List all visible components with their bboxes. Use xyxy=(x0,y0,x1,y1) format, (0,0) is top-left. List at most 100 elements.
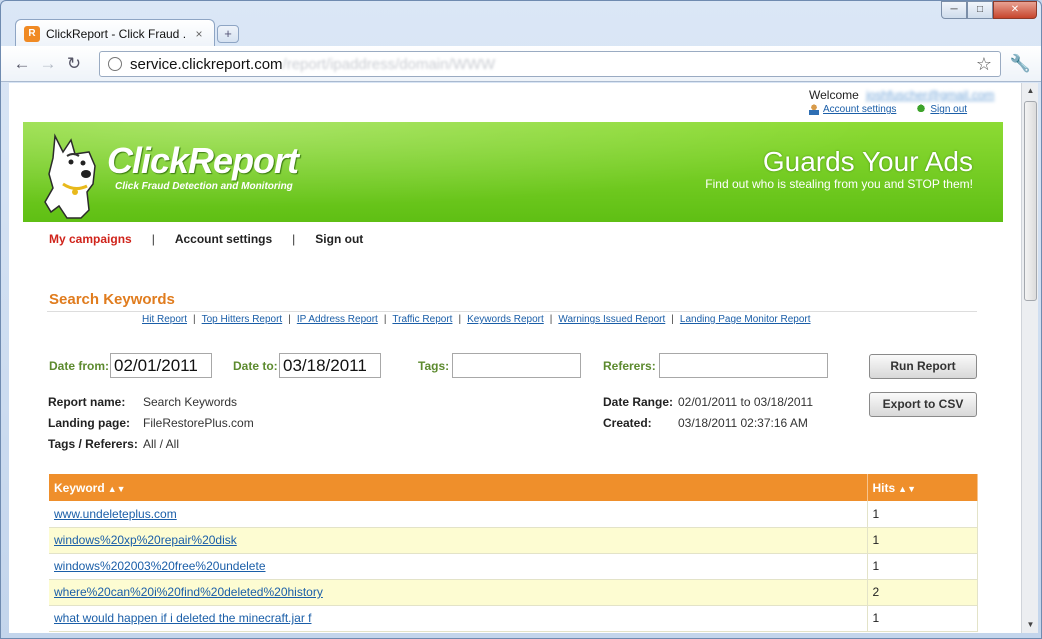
main-nav: My campaigns | Account settings | Sign o… xyxy=(49,232,363,246)
created-label: Created: xyxy=(603,416,652,430)
forward-button[interactable]: → xyxy=(35,51,61,77)
report-link-separator: | xyxy=(671,314,674,325)
referers-input[interactable] xyxy=(659,353,828,378)
table-row: windows%20xp%20repair%20disk 1 xyxy=(49,527,978,554)
landing-page-monitor-report-link[interactable]: Landing Page Monitor Report xyxy=(680,314,811,325)
table-header-row: Keyword ▲▼ Hits ▲▼ xyxy=(49,474,978,501)
clickreport-favicon-icon: R xyxy=(24,25,40,42)
tagline: Guards Your Ads xyxy=(762,146,973,177)
keyword-link[interactable]: www.undeleteplus.com xyxy=(54,507,177,521)
landing-page-label: Landing page: xyxy=(48,416,130,430)
page-title: Search Keywords xyxy=(49,291,175,308)
scroll-down-arrow-icon[interactable]: ▼ xyxy=(1022,617,1039,633)
date-to-label: Date to: xyxy=(233,359,278,373)
table-row: what would happen if i deleted the minec… xyxy=(49,605,978,632)
new-tab-button[interactable]: + xyxy=(217,25,239,43)
url-host: service.clickreport.com xyxy=(130,55,283,73)
browser-tab[interactable]: R ClickReport - Click Fraud ... × xyxy=(15,19,215,47)
url-path: /report/ipaddress/domain/WWW xyxy=(282,55,496,73)
report-name-label: Report name: xyxy=(48,395,126,409)
keywords-table: Keyword ▲▼ Hits ▲▼ www.undeleteplus.com 1 … xyxy=(49,474,978,632)
nav-my-campaigns[interactable]: My campaigns xyxy=(49,232,132,246)
nav-sign-out[interactable]: Sign out xyxy=(315,232,363,246)
ip-address-report-link[interactable]: IP Address Report xyxy=(297,314,378,325)
window-controls: ─ □ ✕ xyxy=(941,1,1037,19)
tags-input[interactable] xyxy=(452,353,581,378)
person-icon xyxy=(809,104,819,115)
report-link-separator: | xyxy=(458,314,462,325)
scrollbar-thumb[interactable] xyxy=(1024,101,1037,301)
tab-title: ClickReport - Click Fraud ... xyxy=(46,26,186,41)
keyword-cell: www.undeleteplus.com xyxy=(49,501,868,528)
hits-cell: 1 xyxy=(867,553,978,580)
back-button[interactable]: ← xyxy=(9,51,35,77)
nav-account-settings[interactable]: Account settings xyxy=(175,232,272,246)
runner-icon xyxy=(916,104,927,115)
hit-report-link[interactable]: Hit Report xyxy=(142,314,187,325)
export-csv-button[interactable]: Export to CSV xyxy=(869,392,977,417)
tags-referers-value: All / All xyxy=(143,437,180,451)
close-window-button[interactable]: ✕ xyxy=(993,1,1037,19)
tags-referers-label: Tags / Referers: xyxy=(48,437,138,451)
hits-column-header[interactable]: Hits ▲▼ xyxy=(867,474,978,501)
keyword-link[interactable]: windows%202003%20free%20undelete xyxy=(54,559,266,573)
nav-separator: | xyxy=(151,232,155,246)
table-row: where%20can%20i%20find%20deleted%20histo… xyxy=(49,579,978,606)
sort-arrows-icon[interactable]: ▲▼ xyxy=(898,484,916,494)
logo-subtitle: Click Fraud Detection and Monitoring xyxy=(115,181,293,192)
header-banner: ClickReport Click Fraud Detection and Mo… xyxy=(23,122,1003,222)
keyword-link[interactable]: windows%20xp%20repair%20disk xyxy=(54,533,237,547)
keyword-column-header[interactable]: Keyword ▲▼ xyxy=(49,474,868,501)
account-settings-link[interactable]: Account settings xyxy=(809,104,896,115)
report-link-separator: | xyxy=(288,314,291,325)
account-settings-label: Account settings xyxy=(823,104,897,115)
warnings-issued-report-link[interactable]: Warnings Issued Report xyxy=(558,314,665,325)
keyword-cell: windows%202003%20free%20undelete xyxy=(49,553,868,580)
scroll-up-arrow-icon[interactable]: ▲ xyxy=(1022,83,1039,99)
date-to-input[interactable]: 03/18/2011 xyxy=(279,353,381,378)
bookmark-star-icon[interactable]: ☆ xyxy=(976,54,992,75)
keyword-cell: where%20can%20i%20find%20deleted%20histo… xyxy=(49,579,868,606)
date-from-input[interactable]: 02/01/2011 xyxy=(110,353,212,378)
page-viewport: Welcome joshfuscher@gmail.com Account se… xyxy=(9,83,1021,633)
table-row: www.undeleteplus.com 1 xyxy=(49,501,978,528)
hits-header-label: Hits xyxy=(872,480,896,495)
tab-close-icon[interactable]: × xyxy=(192,27,206,41)
sign-out-link[interactable]: Sign out xyxy=(916,104,967,115)
date-range-value: 02/01/2011 to 03/18/2011 xyxy=(678,395,814,409)
hits-cell: 1 xyxy=(867,605,978,632)
landing-page-value: FileRestorePlus.com xyxy=(143,416,254,430)
report-link-separator: | xyxy=(549,314,553,325)
keyword-link[interactable]: where%20can%20i%20find%20deleted%20histo… xyxy=(54,585,323,599)
keywords-report-link[interactable]: Keywords Report xyxy=(467,314,544,325)
dog-mascot-icon xyxy=(44,133,96,219)
minimize-button[interactable]: ─ xyxy=(941,1,967,19)
date-range-label: Date Range: xyxy=(603,395,674,409)
hits-cell: 1 xyxy=(867,527,978,554)
date-from-label: Date from: xyxy=(49,359,110,373)
report-link-separator: | xyxy=(193,314,196,325)
run-report-button[interactable]: Run Report xyxy=(869,354,977,379)
user-links: Account settings Sign out xyxy=(809,104,967,115)
report-links: Hit Report | Top Hitters Report | IP Add… xyxy=(142,314,811,325)
reload-button[interactable]: ↻ xyxy=(61,51,87,77)
logo-text: ClickReport xyxy=(107,140,299,181)
created-value: 03/18/2011 02:37:16 AM xyxy=(678,416,808,430)
traffic-report-link[interactable]: Traffic Report xyxy=(392,314,452,325)
welcome-label: Welcome xyxy=(809,88,859,102)
wrench-menu-icon[interactable]: 🔧 xyxy=(1010,54,1031,74)
browser-window: R ClickReport - Click Fraud ... × + ─ □ … xyxy=(0,0,1042,639)
hits-cell: 2 xyxy=(867,579,978,606)
welcome-line: Welcome joshfuscher@gmail.com xyxy=(809,88,994,102)
keyword-header-label: Keyword xyxy=(54,480,105,495)
keyword-link[interactable]: what would happen if i deleted the minec… xyxy=(54,611,311,625)
sort-arrows-icon[interactable]: ▲▼ xyxy=(108,484,126,494)
maximize-button[interactable]: □ xyxy=(967,1,993,19)
top-hitters-report-link[interactable]: Top Hitters Report xyxy=(202,314,283,325)
table-row: windows%202003%20free%20undelete 1 xyxy=(49,553,978,580)
vertical-scrollbar[interactable]: ▲ ▼ xyxy=(1021,83,1038,633)
keyword-cell: windows%20xp%20repair%20disk xyxy=(49,527,868,554)
address-bar[interactable]: service.clickreport.com /report/ipaddres… xyxy=(99,51,1001,77)
keyword-cell: what would happen if i deleted the minec… xyxy=(49,605,868,632)
referers-label: Referers: xyxy=(603,359,656,373)
